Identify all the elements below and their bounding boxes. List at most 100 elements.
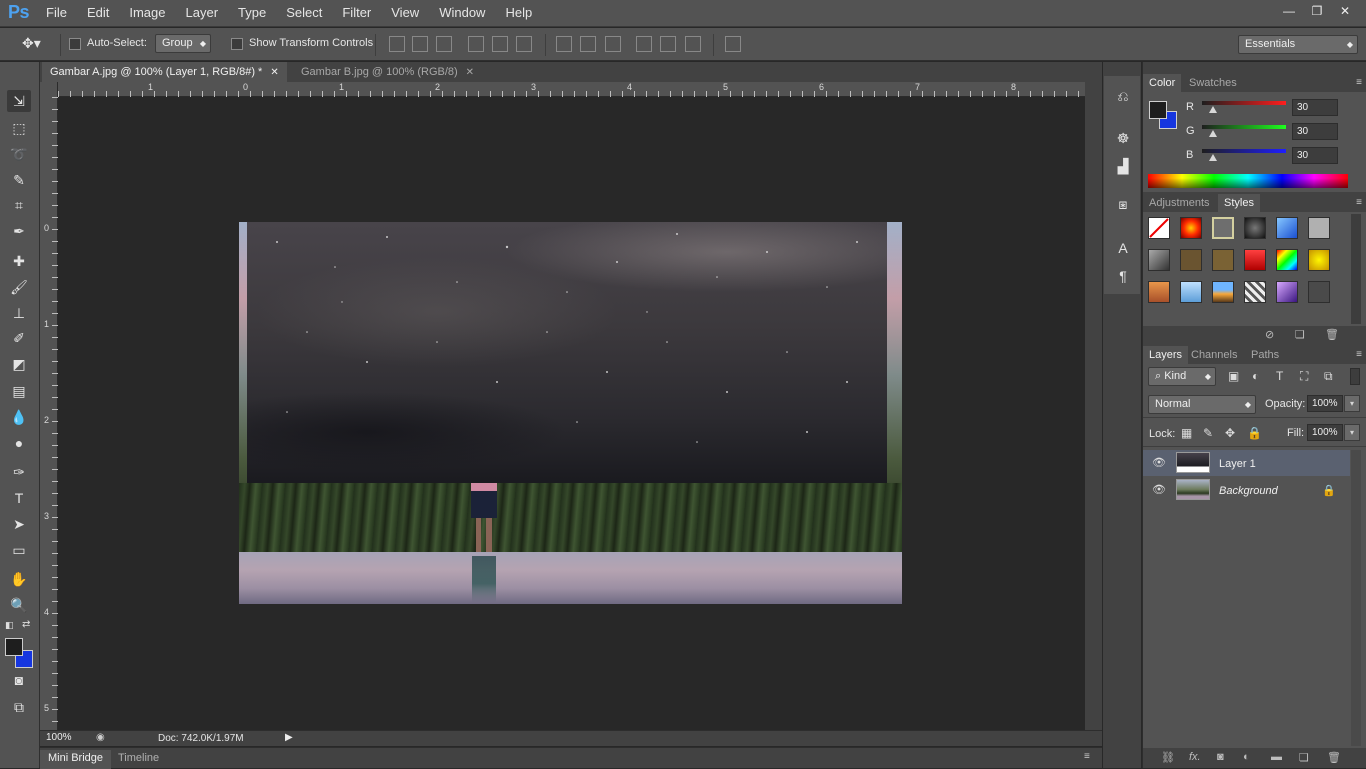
panel-menu-icon[interactable]: ≡	[1084, 751, 1090, 762]
foreground-color-swatch[interactable]	[1149, 101, 1167, 119]
character-panel-icon[interactable]: A	[1114, 240, 1132, 258]
align-right-icon[interactable]	[516, 36, 532, 52]
style-swatch[interactable]	[1308, 281, 1330, 303]
menu-edit[interactable]: Edit	[77, 0, 119, 26]
style-swatch[interactable]	[1244, 217, 1266, 239]
style-swatch[interactable]	[1212, 281, 1234, 303]
type-tool-icon[interactable]: T	[7, 487, 31, 509]
fill-dropdown-icon[interactable]: ▾	[1344, 424, 1360, 441]
new-layer-icon[interactable]: ❏	[1299, 751, 1309, 764]
layers-scrollbar[interactable]	[1351, 450, 1361, 746]
eraser-tool-icon[interactable]: ◩	[7, 353, 31, 375]
style-swatch[interactable]	[1244, 249, 1266, 271]
lock-position-icon[interactable]: ✥	[1225, 426, 1235, 440]
panel-menu-icon[interactable]: ≡	[1356, 349, 1362, 360]
auto-align-icon[interactable]	[725, 36, 741, 52]
style-swatch[interactable]	[1308, 217, 1330, 239]
menu-select[interactable]: Select	[276, 0, 332, 26]
clear-style-icon[interactable]: ⊘	[1265, 328, 1274, 341]
default-colors-icon[interactable]: ◧	[5, 620, 14, 631]
filter-smart-object-icon[interactable]: ⧉	[1324, 369, 1333, 384]
layer-name[interactable]: Layer 1	[1219, 458, 1256, 470]
distribute-bottom-icon[interactable]	[605, 36, 621, 52]
filter-adjustment-icon[interactable]: ◐	[1252, 369, 1259, 383]
tab-paths[interactable]: Paths	[1245, 346, 1285, 364]
paragraph-panel-icon[interactable]: ¶	[1114, 268, 1132, 286]
tab-channels[interactable]: Channels	[1185, 346, 1243, 364]
quick-select-tool-icon[interactable]: ✎	[7, 169, 31, 191]
align-hcenter-icon[interactable]	[492, 36, 508, 52]
navigator-panel-icon[interactable]: ☸	[1114, 130, 1132, 148]
blue-slider-thumb[interactable]	[1209, 154, 1217, 161]
marquee-tool-icon[interactable]: ⬚	[7, 117, 31, 139]
delete-layer-icon[interactable]: 🗑	[1327, 751, 1341, 764]
healing-brush-tool-icon[interactable]: ✚	[7, 250, 31, 272]
distribute-left-icon[interactable]	[636, 36, 652, 52]
zoom-field[interactable]: 100%	[46, 732, 86, 746]
show-transform-checkbox[interactable]	[231, 38, 243, 50]
workspace-dropdown[interactable]: Essentials ◆	[1238, 35, 1358, 54]
eye-icon[interactable]: 👁	[1152, 483, 1166, 496]
lock-all-icon[interactable]: 🔒	[1247, 426, 1262, 440]
new-style-icon[interactable]: ❏	[1295, 328, 1305, 341]
blur-tool-icon[interactable]: 💧	[7, 406, 31, 428]
lock-image-icon[interactable]: ✎	[1203, 426, 1213, 440]
status-arrow-icon[interactable]: ▶	[285, 732, 293, 743]
status-menu-icon[interactable]: ◉	[96, 732, 105, 743]
filter-toggle[interactable]	[1350, 368, 1360, 385]
fill-field[interactable]: 100%	[1307, 424, 1343, 441]
gradient-tool-icon[interactable]: ▤	[7, 380, 31, 402]
style-swatch[interactable]	[1244, 281, 1266, 303]
red-value-field[interactable]: 30	[1292, 99, 1338, 116]
style-swatch[interactable]	[1148, 281, 1170, 303]
green-slider[interactable]	[1202, 125, 1286, 129]
shape-tool-icon[interactable]: ▭	[7, 539, 31, 561]
auto-select-checkbox[interactable]	[69, 38, 81, 50]
distribute-right-icon[interactable]	[685, 36, 701, 52]
align-left-icon[interactable]	[468, 36, 484, 52]
blend-mode-dropdown[interactable]: Normal ◆	[1148, 395, 1256, 414]
clone-stamp-tool-icon[interactable]: ⊥	[7, 302, 31, 324]
opacity-dropdown-icon[interactable]: ▾	[1344, 395, 1360, 412]
close-button[interactable]: ✕	[1332, 2, 1358, 20]
green-slider-thumb[interactable]	[1209, 130, 1217, 137]
red-slider-thumb[interactable]	[1209, 106, 1217, 113]
layer-name[interactable]: Background	[1219, 485, 1278, 497]
menu-layer[interactable]: Layer	[176, 0, 229, 26]
align-bottom-icon[interactable]	[436, 36, 452, 52]
close-icon[interactable]: ✕	[466, 67, 474, 78]
style-swatch[interactable]	[1180, 217, 1202, 239]
hand-tool-icon[interactable]: ✋	[7, 568, 31, 590]
tab-mini-bridge[interactable]: Mini Bridge	[40, 750, 112, 769]
style-swatch-selected[interactable]	[1212, 217, 1234, 239]
crop-tool-icon[interactable]: ⌗	[7, 194, 31, 216]
tab-color[interactable]: Color	[1143, 74, 1182, 92]
styles-scrollbar[interactable]	[1351, 214, 1361, 324]
layer-mask-icon[interactable]: ◙	[1217, 751, 1224, 763]
distribute-top-icon[interactable]	[556, 36, 572, 52]
tab-adjustments[interactable]: Adjustments	[1143, 194, 1216, 212]
align-top-icon[interactable]	[389, 36, 405, 52]
tab-swatches[interactable]: Swatches	[1183, 74, 1243, 92]
quick-mask-icon[interactable]: ◙	[7, 669, 31, 691]
auto-select-dropdown[interactable]: Group ◆	[155, 34, 211, 53]
filter-pixel-icon[interactable]: ▣	[1228, 369, 1239, 383]
style-swatch[interactable]	[1180, 249, 1202, 271]
move-tool-icon[interactable]: ⇲	[7, 90, 31, 112]
opacity-field[interactable]: 100%	[1307, 395, 1343, 412]
pen-tool-icon[interactable]: ✑	[7, 461, 31, 483]
style-swatch[interactable]	[1276, 249, 1298, 271]
panel-menu-icon[interactable]: ≡	[1356, 77, 1362, 88]
path-select-tool-icon[interactable]: ➤	[7, 513, 31, 535]
menu-type[interactable]: Type	[228, 0, 276, 26]
history-brush-tool-icon[interactable]: ✐	[7, 327, 31, 349]
menu-view[interactable]: View	[381, 0, 429, 26]
zoom-tool-icon[interactable]: 🔍	[7, 594, 31, 616]
filter-shape-icon[interactable]: ⛶	[1300, 369, 1308, 384]
tab-timeline[interactable]: Timeline	[110, 750, 167, 769]
distribute-hcenter-icon[interactable]	[660, 36, 676, 52]
style-swatch[interactable]	[1212, 249, 1234, 271]
history-panel-icon[interactable]: ⎌	[1114, 88, 1132, 106]
tab-gambar-a[interactable]: Gambar A.jpg @ 100% (Layer 1, RGB/8#) * ✕	[42, 62, 287, 82]
restore-button[interactable]: ❐	[1304, 2, 1330, 20]
